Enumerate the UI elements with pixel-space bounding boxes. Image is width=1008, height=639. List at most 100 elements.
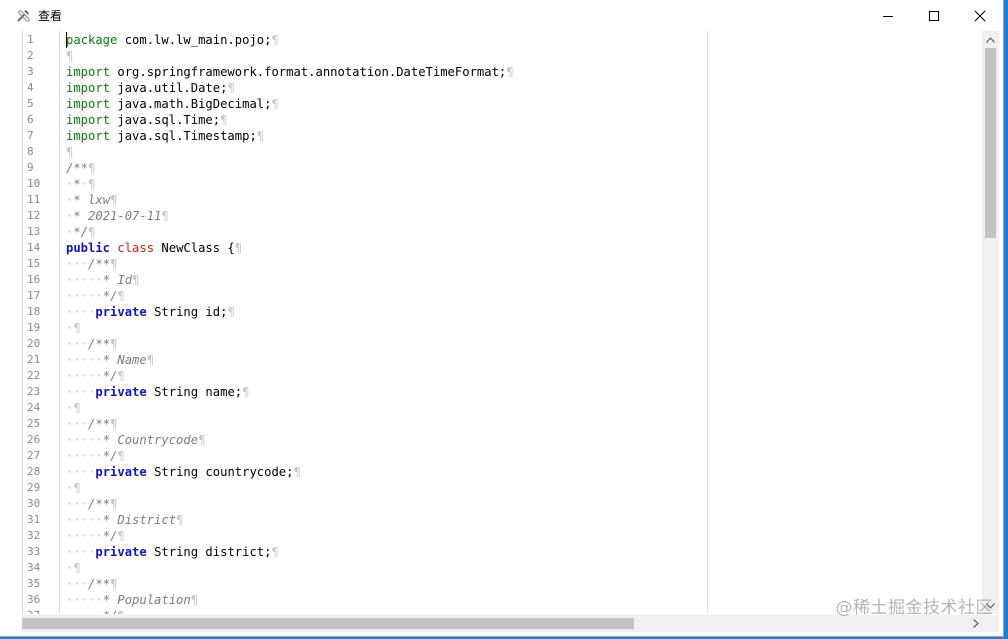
pilcrow-marker: ¶: [242, 385, 250, 399]
code-line[interactable]: 12 ·* 2021-07-11¶: [23, 208, 963, 224]
code-line[interactable]: 33 ····private String district;¶: [23, 544, 963, 560]
close-icon: [974, 10, 986, 21]
code-line[interactable]: 10 ·*·¶: [23, 176, 963, 192]
code-line[interactable]: 6 import java.sql.Time;¶: [23, 112, 963, 128]
pilcrow-marker: ¶: [227, 305, 235, 319]
code-line[interactable]: 14 public class NewClass {¶: [23, 240, 963, 256]
pilcrow-marker: ¶: [73, 401, 81, 415]
pilcrow-marker: ¶: [220, 113, 228, 127]
code-line[interactable]: 9 /**¶: [23, 160, 963, 176]
code-line[interactable]: 24 ·¶: [23, 400, 963, 416]
code-token: * Population: [102, 593, 191, 607]
title-bar[interactable]: 查看: [0, 0, 1003, 31]
code-token: ·····: [66, 273, 103, 287]
minimize-button[interactable]: [865, 0, 911, 31]
code-line[interactable]: 11 ·* lxw¶: [23, 192, 963, 208]
code-token: NewClass {: [154, 241, 235, 255]
code-token: private: [95, 305, 147, 319]
code-line[interactable]: 28 ····private String countrycode;¶: [23, 464, 963, 480]
code-token: private: [95, 385, 147, 399]
code-token: ····: [66, 385, 96, 399]
code-line[interactable]: 25 ···/**¶: [23, 416, 963, 432]
code-token: String district;: [146, 545, 272, 559]
code-token: ·····: [66, 449, 103, 463]
code-token: ···: [66, 417, 89, 431]
close-button[interactable]: [957, 0, 1003, 31]
code-token: ·····: [66, 593, 103, 607]
vertical-scroll-thumb[interactable]: [985, 48, 996, 238]
code-line[interactable]: 1 package com.lw.lw_main.pojo;¶: [23, 32, 963, 48]
code-line[interactable]: 18 ····private String id;¶: [23, 304, 963, 320]
line-number: 36: [27, 593, 41, 606]
code-line[interactable]: 19 ·¶: [23, 320, 963, 336]
code-line[interactable]: 32 ·····*/¶: [23, 528, 963, 544]
code-token: String id;: [146, 305, 228, 319]
code-line[interactable]: 20 ···/**¶: [23, 336, 963, 352]
line-number: 29: [27, 481, 41, 494]
pilcrow-marker: ¶: [256, 129, 265, 143]
code-line[interactable]: 27 ·····*/¶: [23, 448, 963, 464]
code-token: ·: [80, 177, 89, 191]
pilcrow-marker: ¶: [73, 481, 81, 495]
code-line[interactable]: 36 ·····* Population¶: [23, 592, 963, 608]
code-text: import java.math.BigDecimal;¶: [66, 96, 279, 112]
code-token: import: [66, 81, 111, 95]
code-token: ·····: [66, 529, 103, 543]
text-caret: [66, 32, 67, 48]
line-number: 11: [27, 193, 41, 206]
code-text: ····private String countrycode;¶: [66, 464, 301, 480]
code-token: import: [66, 97, 111, 111]
horizontal-scroll-thumb[interactable]: [22, 618, 634, 629]
code-editor[interactable]: 1 package com.lw.lw_main.pojo;¶ 2 ¶ 3 import …: [22, 31, 985, 614]
code-line[interactable]: 2 ¶: [23, 48, 963, 64]
code-line[interactable]: 31 ·····* District¶: [23, 512, 963, 528]
code-line[interactable]: 30 ···/**¶: [23, 496, 963, 512]
scroll-up-button[interactable]: [982, 31, 999, 48]
line-number: 6: [27, 113, 34, 126]
line-number: 1: [27, 33, 34, 46]
code-line[interactable]: 4 import java.util.Date;¶: [23, 80, 963, 96]
code-line[interactable]: 26 ·····* Countrycode¶: [23, 432, 963, 448]
line-number: 37: [27, 608, 57, 614]
code-token: */: [102, 529, 118, 543]
code-text: ·*·¶: [66, 176, 95, 192]
pilcrow-marker: ¶: [293, 465, 301, 479]
code-line[interactable]: 17 ·····*/¶: [23, 288, 963, 304]
line-number: 21: [27, 353, 41, 366]
code-line[interactable]: 5 import java.math.BigDecimal;¶: [23, 96, 963, 112]
code-line[interactable]: 13 ·*/¶: [23, 224, 963, 240]
code-line[interactable]: 8 ¶: [23, 144, 963, 160]
code-line[interactable]: 29 ·¶: [23, 480, 963, 496]
code-line[interactable]: 15 ···/**¶: [23, 256, 963, 272]
code-line[interactable]: 37 ·····*/¶: [23, 608, 963, 614]
code-text: ···/**¶: [66, 336, 117, 352]
code-line[interactable]: 21 ·····* Name¶: [23, 352, 963, 368]
code-line[interactable]: 34 ·¶: [23, 560, 963, 576]
code-text: ¶: [66, 48, 73, 64]
maximize-icon: [929, 10, 939, 21]
code-token: */: [73, 225, 89, 239]
code-text: import java.sql.Timestamp;¶: [66, 128, 264, 144]
code-line[interactable]: 16 ·····* Id¶: [23, 272, 963, 288]
maximize-button[interactable]: [911, 0, 957, 31]
code-token: /**: [88, 577, 111, 591]
code-text: ·¶: [66, 320, 81, 336]
code-text: import org.springframework.format.annota…: [66, 64, 514, 80]
code-text: ¶: [66, 144, 73, 160]
code-token: import: [66, 129, 111, 143]
code-text: ···/**¶: [66, 576, 117, 592]
code-text: ·····* Countrycode¶: [66, 432, 205, 448]
code-line[interactable]: 22 ·····*/¶: [23, 368, 963, 384]
line-number: 3: [27, 65, 34, 78]
vertical-scrollbar[interactable]: [982, 31, 999, 614]
line-number: 7: [27, 129, 34, 142]
code-text: import java.util.Date;¶: [66, 80, 235, 96]
code-text: public class NewClass {¶: [66, 240, 242, 256]
code-line[interactable]: 35 ···/**¶: [23, 576, 963, 592]
code-line[interactable]: 3 import org.springframework.format.annot…: [23, 64, 963, 80]
line-number: 35: [27, 577, 41, 590]
code-line[interactable]: 7 import java.sql.Timestamp;¶: [23, 128, 963, 144]
line-number: 25: [27, 417, 41, 430]
code-line[interactable]: 23 ····private String name;¶: [23, 384, 963, 400]
line-number: 31: [27, 513, 41, 526]
